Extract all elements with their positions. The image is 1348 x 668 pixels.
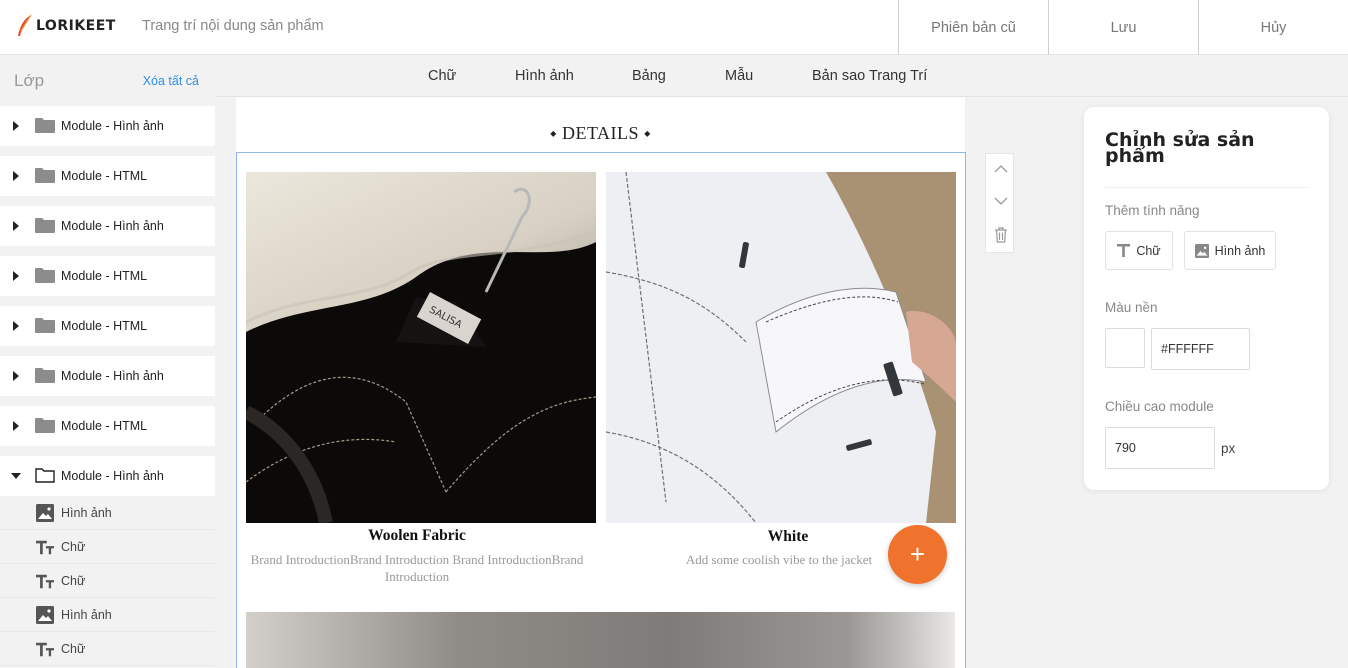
background-color-label: Màu nền — [1105, 300, 1158, 315]
product-image-white[interactable] — [606, 172, 956, 523]
image-icon — [1194, 243, 1209, 258]
text-icon — [36, 574, 54, 589]
cancel-button[interactable]: Hủy — [1198, 0, 1348, 55]
folder-icon — [35, 368, 55, 383]
text-icon — [1117, 244, 1131, 257]
add-feature-label: Thêm tính năng — [1105, 203, 1200, 218]
add-text-button[interactable]: Chữ — [1105, 231, 1173, 270]
caret-right-icon[interactable] — [13, 371, 19, 381]
section-title[interactable]: ⬩ DETAILS ⬩ — [236, 123, 965, 144]
layer-module[interactable]: Module - Hình ảnh — [0, 106, 215, 146]
module-height-input[interactable] — [1105, 427, 1215, 469]
caret-down-icon[interactable] — [11, 473, 21, 479]
layer-module-label: Module - Hình ảnh — [61, 369, 164, 383]
logo-text: LORIKEET — [36, 18, 116, 34]
trash-icon — [994, 227, 1007, 243]
caret-right-icon[interactable] — [13, 421, 19, 431]
folder-icon — [35, 268, 55, 283]
add-text-label: Chữ — [1136, 243, 1161, 258]
layer-module-label: Module - HTML — [61, 169, 148, 183]
folder-icon — [35, 118, 55, 133]
layer-child-label: Hình ảnh — [61, 607, 112, 622]
jacket-photo: SALISA — [246, 172, 596, 523]
editor-title: Chỉnh sửa sản phẩm — [1105, 129, 1255, 167]
product-image-woolen[interactable]: SALISA — [246, 172, 596, 523]
add-image-button[interactable]: Hình ảnh — [1184, 231, 1276, 270]
caret-right-icon[interactable] — [13, 221, 19, 231]
layer-module-label: Module - Hình ảnh — [61, 219, 164, 233]
feather-logo-icon — [18, 14, 32, 36]
add-image-label: Hình ảnh — [1214, 243, 1266, 258]
toolbar-image[interactable]: Hình ảnh — [515, 68, 574, 84]
layers-title: Lớp — [14, 71, 45, 90]
layer-child-image[interactable]: Hình ảnh — [0, 496, 215, 530]
logo[interactable]: LORIKEET — [16, 14, 116, 38]
caret-right-icon[interactable] — [13, 121, 19, 131]
layer-module-label: Module - HTML — [61, 419, 148, 433]
layer-child-label: Chữ — [61, 573, 86, 588]
delete-module-button[interactable] — [986, 220, 1015, 250]
top-bar: LORIKEET Trang trí nội dung sản phẩm Phi… — [0, 0, 1348, 55]
folder-icon — [35, 218, 55, 233]
layer-module[interactable]: Module - Hình ảnh — [0, 356, 215, 396]
layer-child-image[interactable]: Hình ảnh — [0, 598, 215, 632]
layers-header: Lớp Xóa tất cả — [0, 56, 215, 106]
layer-module-expanded[interactable]: Module - Hình ảnh — [0, 456, 215, 496]
add-element-button[interactable]: + — [888, 525, 947, 584]
move-down-button[interactable] — [986, 186, 1015, 216]
caret-right-icon[interactable] — [13, 171, 19, 181]
background-color-input[interactable] — [1151, 328, 1250, 370]
layer-child-text[interactable]: Chữ — [0, 632, 215, 666]
layer-module[interactable]: Module - HTML — [0, 256, 215, 296]
insert-toolbar: Chữ Hình ảnh Bảng Mẫu Bản sao Trang Trí — [215, 56, 1348, 97]
toolbar-template[interactable]: Mẫu — [725, 68, 753, 84]
background-color-swatch[interactable] — [1105, 328, 1145, 368]
image-icon — [36, 504, 54, 522]
clear-all-link[interactable]: Xóa tất cả — [143, 74, 199, 88]
layer-module[interactable]: Module - Hình ảnh — [0, 206, 215, 246]
folder-icon — [35, 168, 55, 183]
module-height-label: Chiều cao module — [1105, 399, 1214, 414]
top-actions: Phiên bản cũ Lưu Hủy — [898, 0, 1348, 55]
layer-module-label: Module - HTML — [61, 269, 148, 283]
layer-child-text[interactable]: Chữ — [0, 564, 215, 598]
module-height-unit: px — [1221, 441, 1236, 456]
layer-module[interactable]: Module - HTML — [0, 156, 215, 196]
move-up-button[interactable] — [986, 154, 1015, 184]
product-editor-panel: Chỉnh sửa sản phẩm Thêm tính năng Chữ Hì… — [1084, 107, 1329, 490]
layer-child-text[interactable]: Chữ — [0, 530, 215, 564]
chevron-up-icon — [994, 165, 1007, 173]
module-controls — [985, 153, 1014, 253]
caret-right-icon[interactable] — [13, 321, 19, 331]
old-version-button[interactable]: Phiên bản cũ — [898, 0, 1048, 55]
layer-child-label: Chữ — [61, 641, 86, 656]
folder-open-icon — [35, 468, 55, 483]
toolbar-copy-decoration[interactable]: Bản sao Trang Trí — [812, 68, 927, 84]
page-title: Trang trí nội dung sản phẩm — [142, 18, 324, 34]
layer-module-label: Module - Hình ảnh — [61, 119, 164, 133]
editor-divider — [1105, 187, 1309, 188]
image-icon — [36, 606, 54, 624]
layer-module-label: Module - HTML — [61, 319, 148, 333]
layer-child-label: Hình ảnh — [61, 505, 112, 520]
shirt-photo — [606, 172, 956, 523]
text-icon — [36, 642, 54, 657]
text-icon — [36, 540, 54, 555]
save-button[interactable]: Lưu — [1048, 0, 1198, 55]
product-image-bottom[interactable] — [246, 612, 955, 668]
layer-child-label: Chữ — [61, 539, 86, 554]
product-description[interactable]: Brand IntroductionBrand Introduction Bra… — [242, 551, 592, 585]
folder-icon — [35, 418, 55, 433]
toolbar-table[interactable]: Bảng — [632, 68, 666, 84]
toolbar-text[interactable]: Chữ — [428, 68, 456, 84]
layer-module-label: Module - Hình ảnh — [61, 469, 164, 483]
folder-icon — [35, 318, 55, 333]
caret-right-icon[interactable] — [13, 271, 19, 281]
chevron-down-icon — [994, 197, 1007, 205]
layer-module[interactable]: Module - HTML — [0, 406, 215, 446]
layers-panel: Lớp Xóa tất cả Module - Hình ảnh Module … — [0, 56, 215, 668]
layer-module[interactable]: Module - HTML — [0, 306, 215, 346]
product-title[interactable]: Woolen Fabric — [242, 527, 592, 545]
